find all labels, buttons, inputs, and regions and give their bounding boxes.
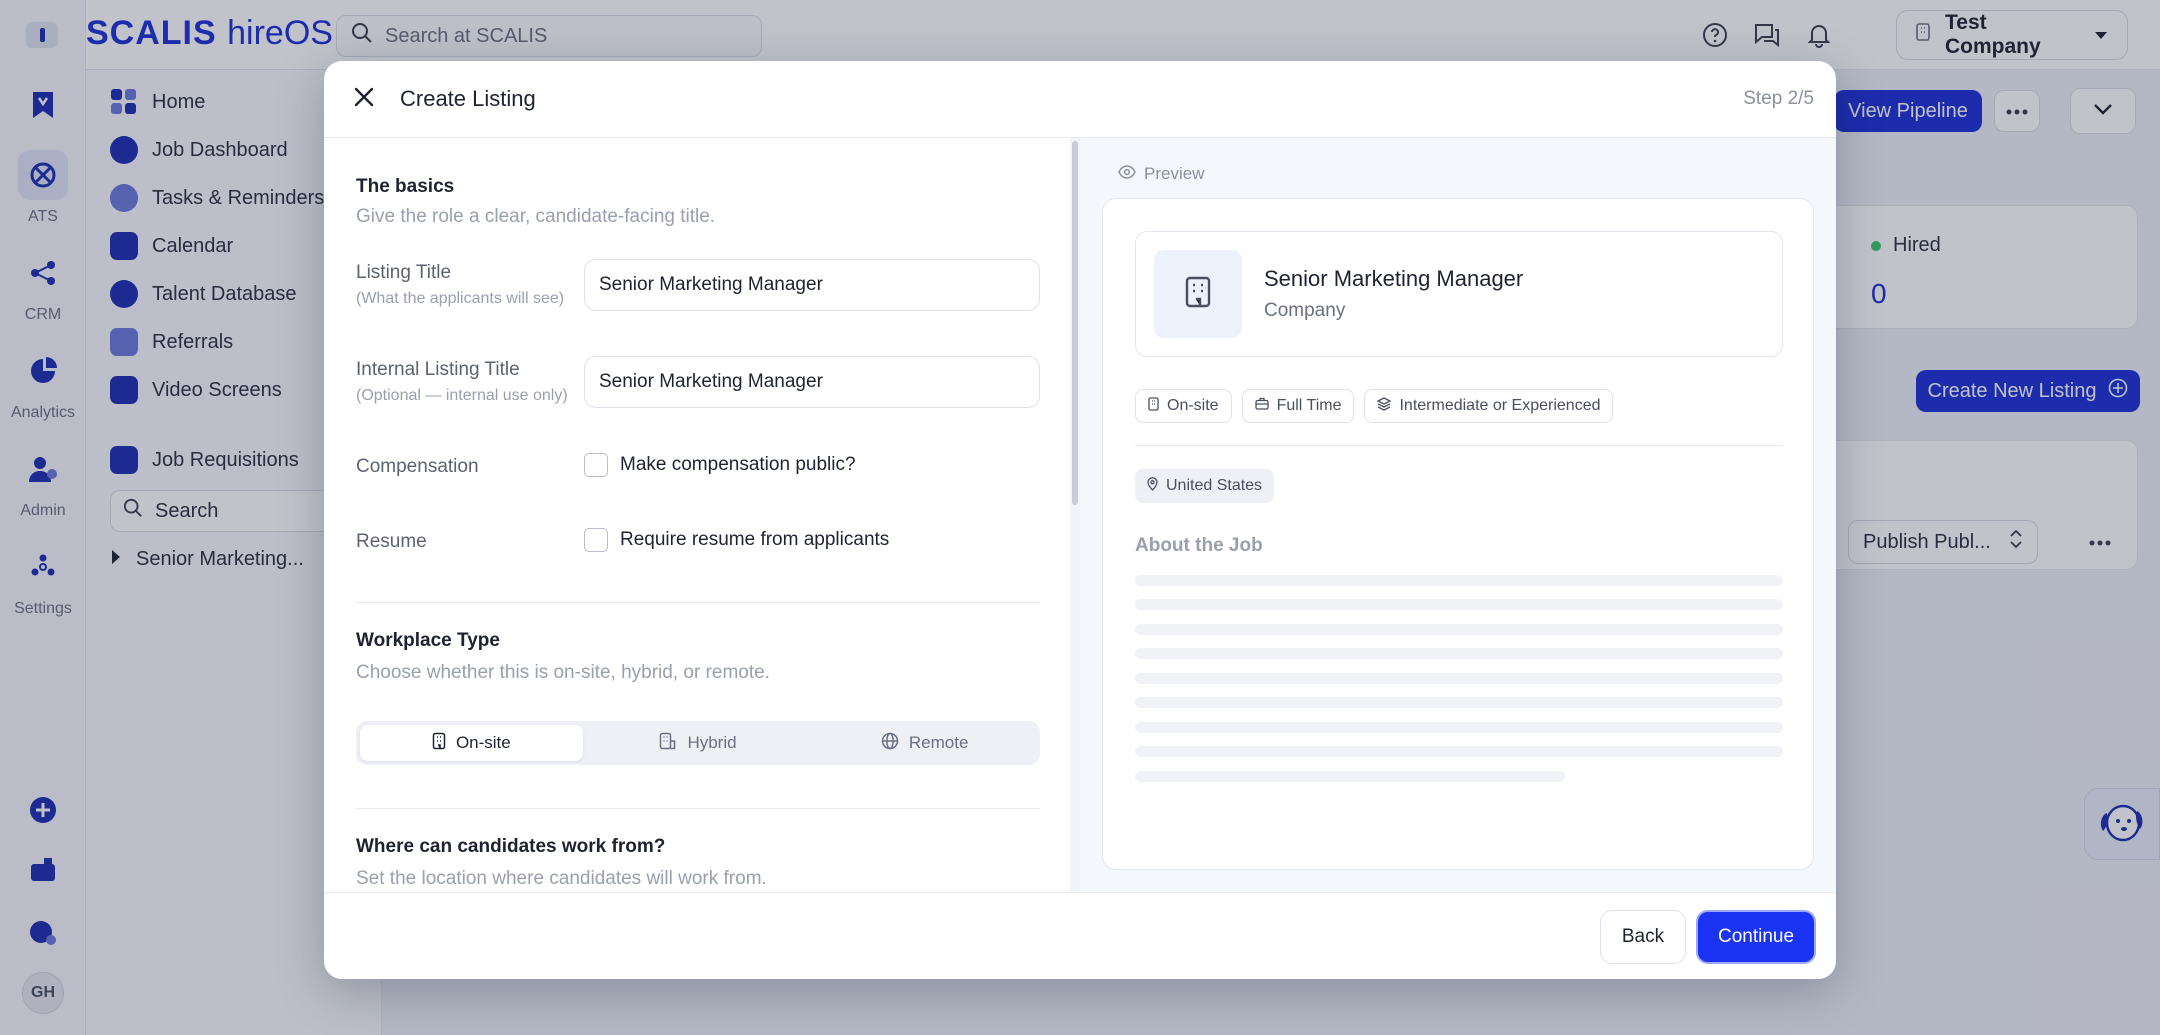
compensation-label: Compensation [356,456,479,477]
close-button[interactable] [346,81,382,117]
continue-button[interactable]: Continue [1696,910,1816,964]
close-icon [354,87,374,112]
workplace-option-hybrid-label: Hybrid [687,733,737,752]
building-icon [1148,396,1159,416]
form-scrollbar-thumb[interactable] [1072,141,1078,505]
listing-title-input[interactable] [584,259,1040,311]
job-preview-card: Senior Marketing Manager Company On-site… [1102,198,1814,870]
preview-label-text: Preview [1144,164,1205,183]
compensation-public-checkbox[interactable] [584,453,608,477]
internal-title-hint: (Optional — internal use only) [356,387,568,404]
skeleton-line [1135,624,1783,635]
skeleton-line [1135,648,1783,659]
building-icon [1185,276,1211,313]
tag-experience: Intermediate or Experienced [1364,389,1614,423]
skeleton-line [1135,673,1783,684]
compensation-public-label: Make compensation public? [620,454,856,475]
modal-footer: Back Continue [324,892,1836,979]
internal-title-input[interactable] [584,356,1040,408]
workplace-option-onsite-label: On-site [455,733,511,752]
back-button[interactable]: Back [1600,910,1686,964]
skeleton-line [1135,575,1783,586]
listing-title-hint: (What the applicants will see) [356,290,565,307]
tag-experience-label: Intermediate or Experienced [1399,397,1601,414]
basics-subtitle: Give the role a clear, candidate-facing … [356,206,716,227]
modal-title: Create Listing [400,86,536,111]
skeleton-line [1135,722,1783,733]
briefcase-icon [1254,397,1269,415]
skeleton-line [1135,697,1783,708]
preview-tags: On-site Full Time Intermediate or Experi… [1135,389,1614,423]
hybrid-building-icon [659,732,677,755]
workplace-option-hybrid[interactable]: Hybrid [587,725,810,761]
tag-workplace: On-site [1135,389,1232,423]
tag-location: United States [1135,469,1275,503]
workplace-type-title: Workplace Type [356,630,500,651]
form-pane: The basics Give the role a clear, candid… [324,138,1070,892]
resume-label: Resume [356,531,427,552]
step-indicator: Step 2/5 [1743,88,1814,109]
layers-icon [1377,396,1392,416]
modal-header: Create Listing Step 2/5 [324,61,1836,138]
skeleton-line [1135,746,1783,757]
globe-icon [881,732,899,755]
create-listing-modal: Create Listing Step 2/5 The basics Give … [324,61,1836,979]
preview-company: Company [1264,300,1346,321]
location-title: Where can candidates work from? [356,836,666,857]
skeleton-line [1135,771,1565,782]
company-logo-placeholder [1154,250,1242,338]
require-resume-checkbox-row[interactable]: Require resume from applicants [584,528,889,552]
require-resume-checkbox[interactable] [584,528,608,552]
map-pin-icon [1147,476,1158,496]
building-icon [432,732,446,755]
basics-title: The basics [356,176,455,197]
section-divider [356,808,1040,809]
preview-label: Preview [1118,164,1204,184]
eye-icon [1118,164,1136,184]
tag-workplace-label: On-site [1167,397,1219,414]
workplace-option-remote[interactable]: Remote [813,725,1036,761]
location-subtitle: Set the location where candidates will w… [356,868,767,889]
tag-employment-type: Full Time [1241,389,1355,423]
workplace-option-onsite[interactable]: On-site [360,725,583,761]
listing-title-label: Listing Title [356,262,452,283]
workplace-type-toggle: On-site Hybrid Remote [356,721,1040,765]
require-resume-label: Require resume from applicants [620,529,890,550]
preview-pane: Preview Senior Marketing Manager Company… [1080,138,1836,892]
skeleton-line [1135,599,1783,610]
tag-location-label: United States [1166,477,1263,494]
compensation-public-checkbox-row[interactable]: Make compensation public? [584,453,856,477]
workplace-option-remote-label: Remote [908,733,969,752]
preview-job-title: Senior Marketing Manager [1264,266,1524,291]
workplace-type-subtitle: Choose whether this is on-site, hybrid, … [356,662,770,683]
about-job-title: About the Job [1135,535,1263,556]
section-divider [356,602,1040,603]
tag-employment-type-label: Full Time [1276,397,1342,414]
preview-divider [1135,445,1783,446]
internal-title-label: Internal Listing Title [356,359,520,380]
job-preview-header: Senior Marketing Manager Company [1135,231,1783,357]
